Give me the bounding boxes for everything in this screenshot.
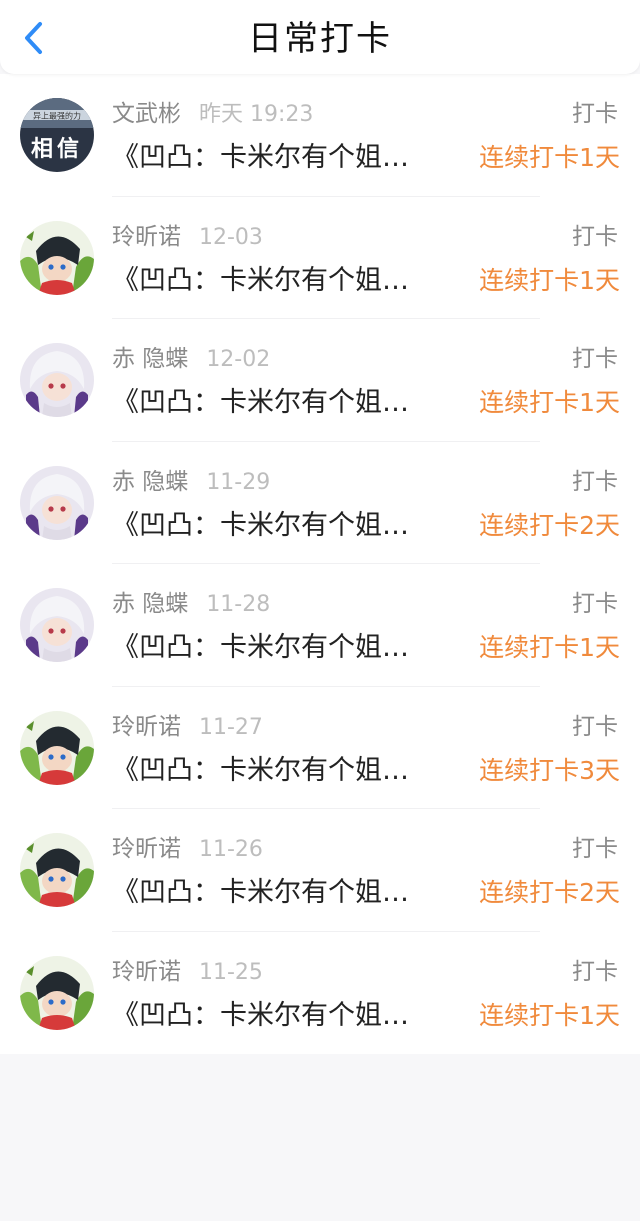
avatar[interactable]	[20, 343, 94, 417]
checkin-time: 11-28	[206, 592, 271, 617]
checkin-row[interactable]: 赤 隐蝶 11-29 打卡 《凹凸：卡米尔有个姐… 连续打卡2天	[0, 442, 640, 564]
user-name-line: 赤 隐蝶 11-29	[112, 466, 270, 499]
streak-label: 连续打卡3天	[479, 755, 620, 785]
top-bar: 日常打卡	[0, 0, 640, 74]
checkin-time: 11-25	[199, 959, 263, 985]
streak-label: 连续打卡1天	[479, 633, 620, 662]
user-name[interactable]: 赤 隐蝶	[112, 591, 188, 617]
checkin-row[interactable]: 玲昕诺 11-27 打卡 《凹凸：卡米尔有个姐… 连续打卡3天	[0, 687, 640, 809]
checkin-list: 异上最强的力 相信 文武彬 昨天 19:23 打卡 《凹凸：卡米尔有个姐… 连续打…	[0, 74, 640, 1054]
user-name-line: 玲昕诺 12-03	[112, 221, 263, 254]
book-title[interactable]: 《凹凸：卡米尔有个姐…	[112, 383, 452, 423]
user-name-line: 玲昕诺 11-26	[112, 833, 263, 866]
checkin-time: 12-03	[199, 224, 263, 250]
user-name[interactable]: 玲昕诺	[112, 224, 181, 250]
avatar[interactable]: 异上最强的力 相信	[20, 98, 94, 172]
checkin-row[interactable]: 赤 隐蝶 12-02 打卡 《凹凸：卡米尔有个姐… 连续打卡1天	[0, 319, 640, 442]
action-label: 打卡	[572, 101, 618, 127]
checkin-row[interactable]: 玲昕诺 11-26 打卡 《凹凸：卡米尔有个姐… 连续打卡2天	[0, 809, 640, 932]
streak-label: 连续打卡2天	[479, 878, 620, 907]
avatar[interactable]	[20, 833, 94, 907]
checkin-row[interactable]: 玲昕诺 11-25 打卡 《凹凸：卡米尔有个姐… 连续打卡1天	[0, 932, 640, 1055]
streak-label: 连续打卡1天	[479, 143, 620, 172]
streak-label: 连续打卡1天	[479, 1000, 620, 1030]
action-label: 打卡	[572, 468, 618, 495]
avatar[interactable]	[20, 588, 94, 662]
user-name[interactable]: 赤 隐蝶	[112, 346, 188, 372]
avatar[interactable]	[20, 955, 94, 1030]
action-label: 打卡	[572, 346, 618, 372]
action-label: 打卡	[572, 958, 618, 985]
avatar-cover-title: 相信	[31, 136, 83, 162]
book-title[interactable]: 《凹凸：卡米尔有个姐…	[112, 751, 452, 791]
book-title[interactable]: 《凹凸：卡米尔有个姐…	[112, 873, 452, 913]
book-title[interactable]: 《凹凸：卡米尔有个姐…	[112, 506, 452, 546]
user-name[interactable]: 玲昕诺	[112, 714, 181, 740]
avatar[interactable]	[20, 465, 94, 540]
action-label: 打卡	[572, 836, 618, 862]
avatar-cover-caption: 异上最强的力	[33, 111, 81, 121]
streak-label: 连续打卡2天	[479, 510, 620, 540]
checkin-row[interactable]: 玲昕诺 12-03 打卡 《凹凸：卡米尔有个姐… 连续打卡1天	[0, 197, 640, 319]
user-name[interactable]: 文武彬	[112, 101, 181, 127]
user-name[interactable]: 玲昕诺	[112, 836, 181, 862]
action-label: 打卡	[572, 713, 618, 740]
user-name-line: 赤 隐蝶 11-28	[112, 588, 270, 621]
book-title[interactable]: 《凹凸：卡米尔有个姐…	[112, 138, 452, 178]
user-name[interactable]: 玲昕诺	[112, 959, 181, 985]
checkin-time: 11-26	[199, 837, 263, 862]
user-name[interactable]: 赤 隐蝶	[112, 469, 188, 495]
avatar[interactable]	[20, 220, 94, 295]
action-label: 打卡	[572, 591, 618, 617]
user-name-line: 文武彬 昨天 19:23	[112, 98, 313, 131]
book-title[interactable]: 《凹凸：卡米尔有个姐…	[112, 628, 452, 668]
checkin-time: 11-29	[206, 469, 271, 495]
book-title[interactable]: 《凹凸：卡米尔有个姐…	[112, 261, 452, 301]
checkin-time: 11-27	[199, 714, 263, 740]
action-label: 打卡	[572, 223, 618, 250]
user-name-line: 玲昕诺 11-25	[112, 956, 263, 989]
streak-label: 连续打卡1天	[479, 388, 620, 417]
user-name-line: 玲昕诺 11-27	[112, 711, 263, 744]
checkin-time: 昨天 19:23	[199, 102, 314, 127]
user-name-line: 赤 隐蝶 12-02	[112, 343, 270, 376]
checkin-time: 12-02	[206, 347, 271, 372]
page-title: 日常打卡	[248, 19, 392, 59]
streak-label: 连续打卡1天	[479, 265, 620, 295]
checkin-row[interactable]: 异上最强的力 相信 文武彬 昨天 19:23 打卡 《凹凸：卡米尔有个姐… 连续打…	[0, 74, 640, 197]
avatar[interactable]	[20, 710, 94, 785]
checkin-row[interactable]: 赤 隐蝶 11-28 打卡 《凹凸：卡米尔有个姐… 连续打卡1天	[0, 564, 640, 687]
book-title[interactable]: 《凹凸：卡米尔有个姐…	[112, 996, 452, 1036]
